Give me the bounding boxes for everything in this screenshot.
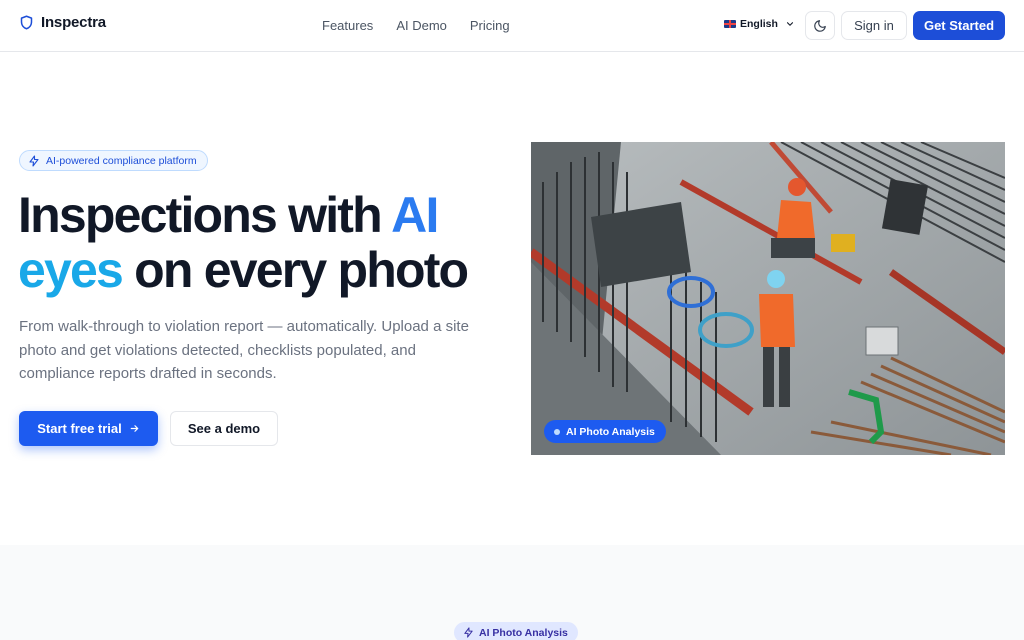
chevron-down-icon <box>786 22 793 26</box>
ai-analysis-section: AI Photo Analysis <box>0 545 1024 640</box>
language-selector[interactable]: English <box>724 18 795 30</box>
lightning-icon <box>29 154 39 167</box>
hero-photo: AI Photo Analysis <box>531 142 1005 455</box>
language-label: English <box>740 18 778 30</box>
brand-logo[interactable]: Inspectra <box>19 14 106 31</box>
sign-in-button[interactable]: Sign in <box>841 11 907 40</box>
uk-flag-icon <box>724 20 736 28</box>
get-started-button[interactable]: Get Started <box>913 11 1005 40</box>
hero-subtitle: From walk-through to violation report — … <box>19 318 469 382</box>
hero-badge-label: AI-powered compliance platform <box>46 154 197 167</box>
headline-eyes: eyes <box>18 242 124 298</box>
arrow-right-icon <box>130 425 139 432</box>
moon-icon <box>814 19 826 32</box>
headline-part-2: on every photo <box>122 242 469 298</box>
status-dot-icon <box>554 428 560 435</box>
construction-site-image <box>531 142 1005 455</box>
start-free-trial-button[interactable]: Start free trial <box>19 411 158 446</box>
ai-photo-analysis-pill: AI Photo Analysis <box>544 420 666 443</box>
see-demo-button[interactable]: See a demo <box>170 411 278 446</box>
headline-ai: AI <box>391 187 439 243</box>
section-badge-label: AI Photo Analysis <box>479 626 568 639</box>
main-nav: Features AI Demo Pricing <box>322 18 510 33</box>
lightning-icon <box>464 627 473 638</box>
ai-photo-analysis-label: AI Photo Analysis <box>566 425 655 438</box>
section-badge: AI Photo Analysis <box>454 622 578 640</box>
hero-badge: AI-powered compliance platform <box>19 150 208 171</box>
nav-link-ai-demo[interactable]: AI Demo <box>396 18 447 33</box>
shield-icon <box>20 15 33 30</box>
top-navbar: Inspectra Features AI Demo Pricing Engli… <box>0 0 1024 52</box>
nav-link-features[interactable]: Features <box>322 18 373 33</box>
brand-name: Inspectra <box>41 14 106 31</box>
start-free-trial-label: Start free trial <box>37 421 122 436</box>
hero-headline: Inspections with AI eyes on every photo <box>18 188 518 298</box>
headline-part-1: Inspections with <box>18 187 392 243</box>
nav-link-pricing[interactable]: Pricing <box>470 18 510 33</box>
theme-toggle-button[interactable] <box>805 11 835 40</box>
